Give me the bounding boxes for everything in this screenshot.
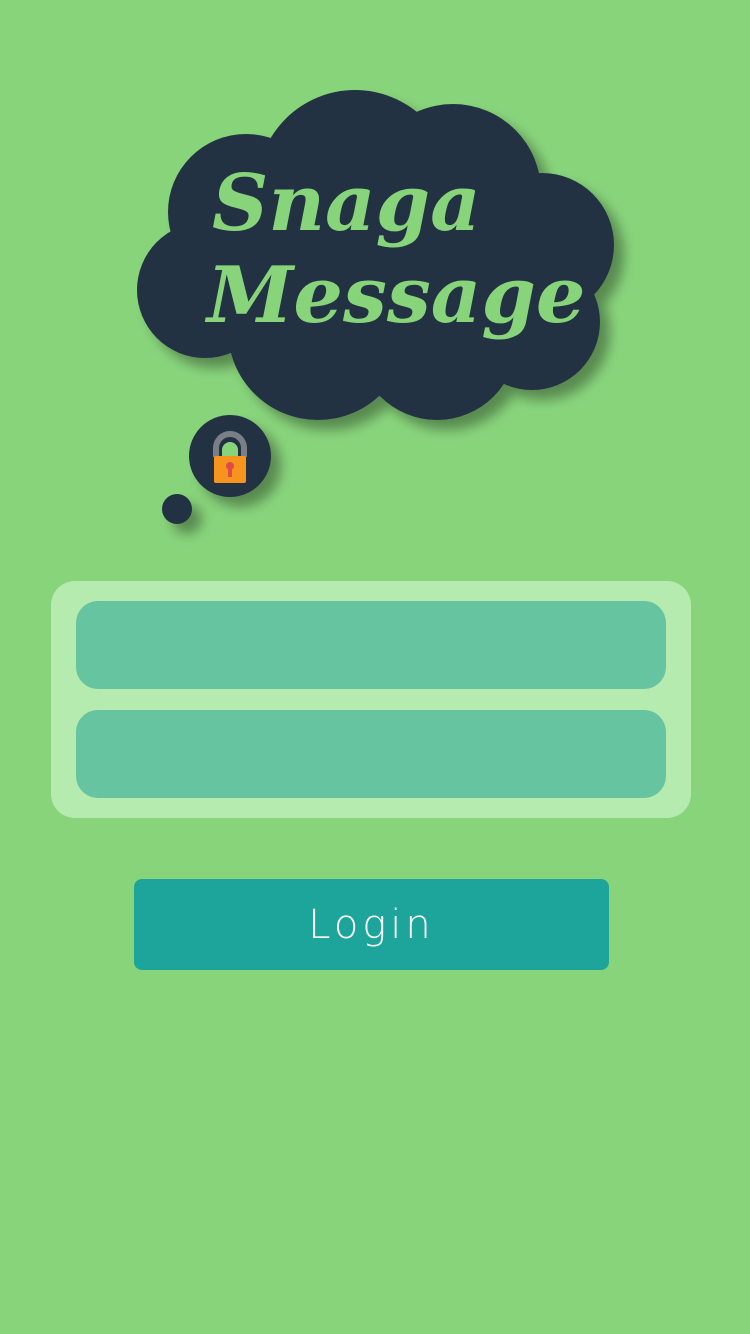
login-form: [51, 581, 691, 818]
username-input[interactable]: [76, 601, 666, 689]
login-button[interactable]: Login: [134, 879, 609, 970]
app-title-line1: Snaga: [212, 158, 481, 249]
app-title-line2: Message: [204, 250, 586, 341]
password-input[interactable]: [76, 710, 666, 798]
thought-cloud-logo: Snaga Message: [137, 90, 614, 524]
